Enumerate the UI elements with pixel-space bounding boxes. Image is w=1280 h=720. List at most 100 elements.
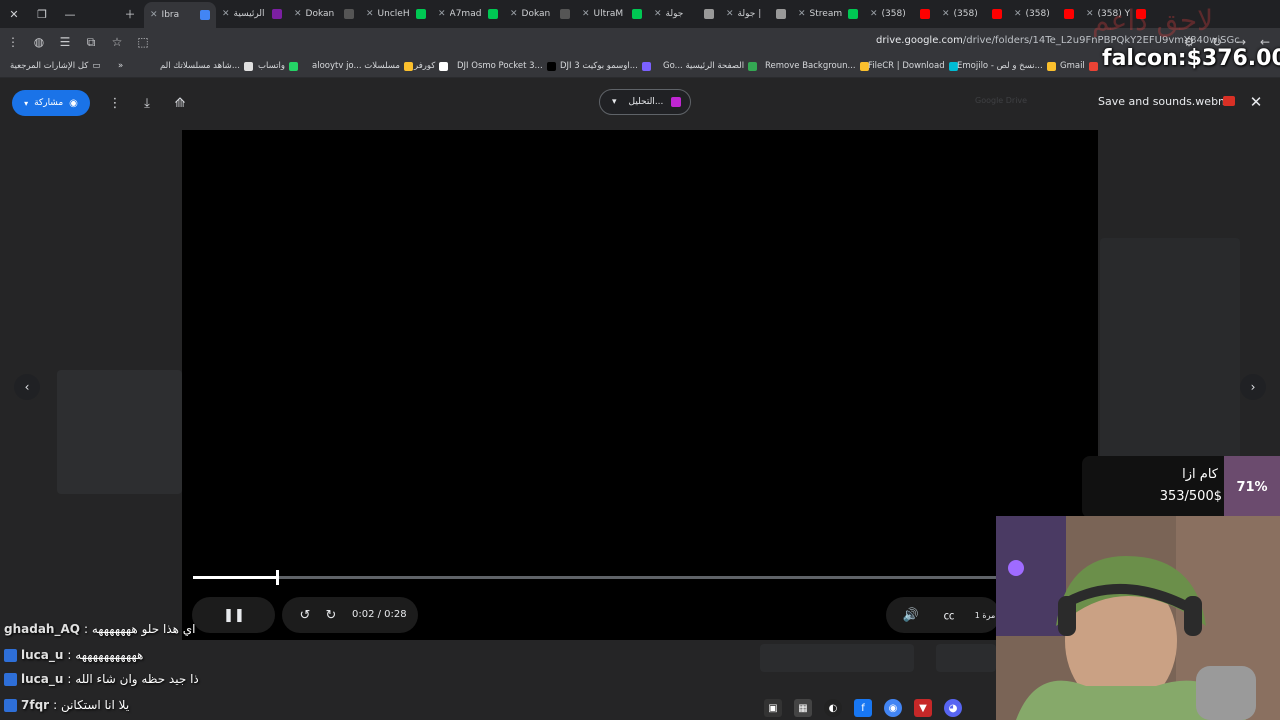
volume-icon[interactable]: 🔊	[901, 605, 921, 625]
close-tab-icon[interactable]: ✕	[582, 9, 590, 19]
more-options-icon[interactable]: ⋮	[105, 93, 125, 113]
chat-text: : هههههههههههه	[67, 648, 144, 662]
donation-ticker: falcon:$376.00	[1102, 46, 1280, 71]
browser-tab[interactable]: ✕ جولة	[648, 3, 720, 25]
chevron-down-icon: ▾	[612, 97, 617, 107]
rewind-10-icon[interactable]: ↺	[295, 605, 315, 625]
bookmark-favicon-icon	[289, 61, 299, 71]
close-tab-icon[interactable]: ✕	[798, 9, 806, 19]
bookmark-label: واتساب	[258, 61, 286, 71]
minimize-window-icon[interactable]: —	[56, 0, 84, 28]
tab-label: الرئيسية	[233, 9, 265, 19]
open-with-button[interactable]: ▾ التحليل...	[599, 89, 691, 115]
calculator-icon[interactable]: ▦	[794, 699, 812, 717]
bookmarks-overflow-icon[interactable]: »	[118, 61, 123, 71]
close-icon[interactable]: ✕	[1246, 92, 1266, 112]
browser-tab[interactable]: ✕ (358)	[1008, 3, 1080, 25]
close-tab-icon[interactable]: ✕	[942, 9, 950, 19]
browser-tab[interactable]: ✕ UncleH	[360, 3, 432, 25]
ghost-card	[760, 644, 914, 672]
browser-tab[interactable]: ✕ A7mad	[432, 3, 504, 25]
facebook-icon[interactable]: f	[854, 699, 872, 717]
chat-text: : اي هذا حلو هههههههه	[83, 622, 196, 636]
tab-favicon-icon	[1064, 9, 1074, 19]
bookmark-item[interactable]: DJI Osmo Pocket 3...	[457, 61, 556, 71]
playback-speed-button[interactable]: 1 مرة	[974, 607, 996, 623]
captions-icon[interactable]: ㏄	[939, 605, 959, 625]
add-shortcut-icon[interactable]: ⟰	[170, 93, 190, 113]
forward-10-icon[interactable]: ↻	[321, 605, 341, 625]
tab-favicon-icon	[416, 9, 426, 19]
bookmark-item[interactable]: FileCR | Download	[868, 61, 958, 71]
bookmark-item[interactable]: كورفر	[414, 61, 449, 71]
close-tab-icon[interactable]: ✕	[222, 9, 230, 19]
tab-favicon-icon	[344, 9, 354, 19]
close-tab-icon[interactable]: ✕	[438, 9, 446, 19]
close-window-icon[interactable]: ✕	[0, 0, 28, 28]
chrome-icon[interactable]: ◉	[884, 699, 902, 717]
close-tab-icon[interactable]: ✕	[870, 9, 878, 19]
browser-tab[interactable]: ✕ Ibra	[144, 2, 216, 28]
url-domain: drive.google.com	[876, 35, 963, 46]
browser-tab[interactable]: ✕ جولة |	[720, 3, 792, 25]
bookmark-item[interactable]: alooytv jo... مسلسلات	[312, 61, 413, 71]
close-tab-icon[interactable]: ✕	[654, 9, 662, 19]
browser-tab[interactable]: ✕ Dokan	[504, 3, 576, 25]
obs-icon[interactable]: ◐	[824, 699, 842, 717]
download-icon[interactable]: ⤓	[137, 93, 157, 113]
chat-username: luca_u	[21, 672, 64, 686]
bookmark-star-icon[interactable]: ☆	[104, 29, 130, 55]
editor-app-icon[interactable]: ▼	[914, 699, 932, 717]
webcam-feed	[996, 516, 1280, 720]
bookmark-item[interactable]: Gmail	[1060, 61, 1098, 71]
bookmark-favicon-icon	[243, 61, 253, 71]
video-player[interactable]	[182, 130, 1098, 640]
ghost-card	[936, 644, 996, 672]
browser-tab[interactable]: ✕ Stream	[792, 3, 864, 25]
bookmark-label: FileCR | Download	[868, 61, 945, 71]
chat-badge-icon	[4, 672, 17, 686]
browser-tab[interactable]: ✕ (358)	[936, 3, 1008, 25]
screenshot-icon[interactable]: ⬚	[130, 29, 156, 55]
new-tab-button[interactable]: ＋	[116, 0, 144, 28]
progress-handle[interactable]	[276, 570, 279, 585]
close-tab-icon[interactable]: ✕	[294, 9, 302, 19]
close-tab-icon[interactable]: ✕	[366, 9, 374, 19]
bookmark-item[interactable]: DJI اوسمو بوكيت 3...	[560, 61, 651, 71]
tab-favicon-icon	[200, 10, 210, 20]
close-tab-icon[interactable]: ✕	[726, 9, 734, 19]
browser-tab[interactable]: ✕ الرئيسية	[216, 3, 288, 25]
picture-in-picture-icon[interactable]: ⧉	[78, 29, 104, 55]
bookmark-item[interactable]: Go... الصفحة الرئيسية	[663, 61, 758, 71]
browser-tab[interactable]: ✕ (358)	[864, 3, 936, 25]
bookmark-item[interactable]: واتساب	[258, 61, 299, 71]
browser-toolbar: ⋮ ◍ ☰ ⧉ ☆ ⬚ drive.google.com/drive/folde…	[0, 28, 1280, 56]
streamer-picture	[996, 516, 1280, 720]
tab-label: (358)	[953, 9, 978, 19]
close-tab-icon[interactable]: ✕	[1014, 9, 1022, 19]
chat-message: ghadah_AQ: اي هذا حلو هههههههه	[4, 622, 195, 636]
chat-badge-icon	[4, 648, 17, 662]
ghost-thumbnail	[57, 370, 182, 494]
progress-bar[interactable]	[193, 570, 997, 585]
pause-icon[interactable]: ❚❚	[223, 605, 245, 625]
menu-icon[interactable]: ⋮	[0, 29, 26, 55]
camera-app-icon[interactable]: ▣	[764, 699, 782, 717]
browser-tab[interactable]: ✕ UltraM	[576, 3, 648, 25]
next-file-button[interactable]: ›	[1240, 374, 1266, 400]
bookmark-item[interactable]: Emojilo - نسخ و لص...	[957, 61, 1056, 71]
bookmark-item[interactable]: Remove Backgroun...	[765, 61, 869, 71]
close-tab-icon[interactable]: ✕	[150, 10, 158, 20]
discord-icon[interactable]: ◕	[944, 699, 962, 717]
bookmark-item[interactable]: شاهد مسلسلاتك الم...	[160, 61, 253, 71]
share-button[interactable]: ▾ مشاركة ◉	[12, 90, 90, 116]
extension-icon[interactable]: ◍	[26, 29, 52, 55]
close-tab-icon[interactable]: ✕	[510, 9, 518, 19]
sliders-icon[interactable]: ☰	[52, 29, 78, 55]
restore-window-icon[interactable]: ❐	[28, 0, 56, 28]
time-display: 0:02 / 0:28	[352, 609, 407, 620]
browser-tab[interactable]: ✕ Dokan	[288, 3, 360, 25]
bookmark-all[interactable]: كل الإشارات المرجعية ▭	[10, 61, 100, 71]
previous-file-button[interactable]: ‹	[14, 374, 40, 400]
chat-message: 7fqr: يلا انا استكانن	[4, 698, 129, 712]
